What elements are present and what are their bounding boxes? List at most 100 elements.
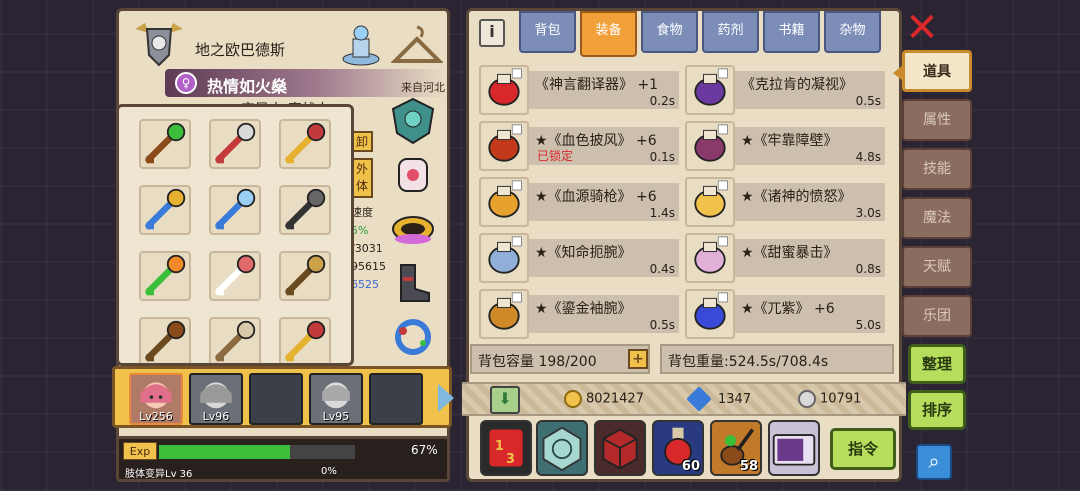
tab-bag[interactable]: 背包 <box>519 11 576 53</box>
item-name: 《神言翻译器》 +1 <box>535 77 659 93</box>
potion-flask-icon[interactable]: 60 <box>652 420 704 476</box>
inventory-item[interactable]: 《神言翻译器》 +1 0.2s <box>479 65 685 115</box>
menu-skills[interactable]: 技能 <box>902 148 972 190</box>
translator-helmet-icon[interactable] <box>479 65 529 115</box>
item-label-bar: ★《兀紫》 +6 5.0s <box>735 295 885 333</box>
flame-helm-icon[interactable] <box>279 317 331 363</box>
red-cap-icon[interactable] <box>209 251 261 301</box>
sweet-ring-icon[interactable] <box>685 233 735 283</box>
item-name: ★《兀紫》 +6 <box>741 301 835 317</box>
purple-gauntlet-icon[interactable] <box>685 289 735 339</box>
wrath-spear-icon[interactable] <box>685 177 735 227</box>
menu-magic[interactable]: 魔法 <box>902 197 972 239</box>
silver-coin-icon <box>798 390 816 408</box>
inventory-tabs: 背包 装备 食物 药剂 书籍 杂物 <box>519 11 881 57</box>
bag-capacity: 背包容量 198/200 + <box>470 344 650 374</box>
barrier-armor-icon[interactable] <box>685 121 735 171</box>
inventory-item[interactable]: ★《牢靠障壁》 4.8s <box>685 121 891 171</box>
battle-axe-icon[interactable] <box>209 119 261 169</box>
crescent-blade-icon[interactable] <box>209 185 261 235</box>
inventory-item[interactable]: ★《知命扼腕》 0.4s <box>479 233 685 283</box>
exp-label: Exp <box>123 442 157 460</box>
search-icon[interactable]: ⌕ <box>916 444 952 480</box>
item-weight: 3.0s <box>855 206 881 220</box>
party-slot-empty-2[interactable] <box>369 373 423 425</box>
item-label-bar: ★《血源骑枪》 +6 1.4s <box>529 183 679 221</box>
dark-boots-icon[interactable] <box>389 259 437 307</box>
command-button[interactable]: 指令 <box>830 428 896 470</box>
inventory-item[interactable]: ★《甜蜜暴击》 0.8s <box>685 233 891 283</box>
item-name: ★《鎏金袖腕》 <box>535 301 632 317</box>
download-icon[interactable]: ⬇ <box>490 386 520 414</box>
item-label-bar: ★《牢靠障壁》 4.8s <box>735 127 885 165</box>
item-lock-status: 已锁定 <box>537 149 574 163</box>
lace-glove-icon[interactable] <box>389 151 437 199</box>
cube-box-icon[interactable] <box>594 420 646 476</box>
party-member-4[interactable]: Lv95 <box>309 373 363 425</box>
party-member-4-level: Lv95 <box>322 410 350 423</box>
gold-belt-icon[interactable] <box>389 205 437 253</box>
item-name: ★《血源骑枪》 +6 <box>535 189 657 205</box>
party-member-1[interactable]: Lv256 <box>129 373 183 425</box>
fate-bracer-icon[interactable] <box>479 233 529 283</box>
character-header: 地之欧巴德斯 <box>127 17 444 71</box>
gilded-bracer-icon[interactable] <box>479 289 529 339</box>
party-member-2[interactable]: Lv96 <box>189 373 243 425</box>
menu-items[interactable]: 道具 <box>893 50 972 92</box>
microwave-icon[interactable] <box>768 420 820 476</box>
tab-potion[interactable]: 药剂 <box>702 11 759 53</box>
inventory-item[interactable]: ★《血色披风》 +6 已锁定 0.1s <box>479 121 685 171</box>
silver-value: 10791 <box>820 391 862 407</box>
player-name: 地之欧巴德斯 <box>195 41 286 59</box>
sort-button[interactable]: 整理 <box>908 344 966 384</box>
party-member-1-level: Lv256 <box>139 410 173 423</box>
crimson-cape-icon[interactable] <box>479 121 529 171</box>
inventory-item[interactable]: ★《血源骑枪》 +6 1.4s <box>479 177 685 227</box>
green-staff-icon[interactable] <box>139 119 191 169</box>
item-name: ★《诸神的愤怒》 <box>741 189 852 205</box>
outer-body-button[interactable]: 外 体 <box>351 158 373 198</box>
bag-icon[interactable] <box>139 317 191 363</box>
item-weight: 0.5s <box>855 94 881 108</box>
order-button[interactable]: 排序 <box>908 390 966 430</box>
serpent-ring-icon[interactable] <box>389 313 437 361</box>
crystal-shrine-icon[interactable] <box>339 21 383 67</box>
inventory-item[interactable]: ★《诸神的愤怒》 3.0s <box>685 177 891 227</box>
dice-icon[interactable]: 13 <box>480 420 532 476</box>
lance-icon[interactable] <box>479 177 529 227</box>
horned-helm-icon[interactable] <box>209 317 261 363</box>
expand-capacity-button[interactable]: + <box>628 349 648 369</box>
ornate-spear-icon[interactable] <box>139 185 191 235</box>
menu-attributes[interactable]: 属性 <box>902 99 972 141</box>
stone-claw-icon[interactable] <box>279 185 331 235</box>
inventory-item[interactable]: ★《鎏金袖腕》 0.5s <box>479 289 685 339</box>
menu-talent[interactable]: 天赋 <box>902 246 972 288</box>
guitar-count: 58 <box>739 459 758 474</box>
bag-weight-text: 背包重量:524.5s/708.4s <box>668 354 829 370</box>
inventory-item[interactable]: ★《兀紫》 +6 5.0s <box>685 289 891 339</box>
red-sword-icon[interactable] <box>279 119 331 169</box>
pumpkin-icon[interactable] <box>139 251 191 301</box>
menu-band[interactable]: 乐团 <box>902 295 972 337</box>
player-title: 热情如火燊 <box>207 77 288 96</box>
guitar-icon[interactable]: 58 <box>710 420 762 476</box>
tab-books[interactable]: 书籍 <box>763 11 820 53</box>
info-icon[interactable]: i <box>479 19 505 47</box>
party-slot-empty-1[interactable] <box>249 373 303 425</box>
tab-equipment[interactable]: 装备 <box>580 11 637 57</box>
item-label-bar: ★《诸神的愤怒》 3.0s <box>735 183 885 221</box>
party-next-arrow-icon[interactable] <box>438 384 454 412</box>
hanger-icon[interactable] <box>390 21 444 67</box>
hexagram-icon[interactable] <box>536 420 588 476</box>
tab-food[interactable]: 食物 <box>641 11 698 53</box>
female-symbol-icon: ♀ <box>175 72 197 94</box>
item-label-bar: ★《知命扼腕》 0.4s <box>529 239 679 277</box>
tab-misc[interactable]: 杂物 <box>824 11 881 53</box>
svg-text:3: 3 <box>506 452 515 467</box>
gauntlet-icon[interactable] <box>279 251 331 301</box>
inventory-item[interactable]: 《克拉肯的凝视》 0.5s <box>685 65 891 115</box>
kraken-hat-icon[interactable] <box>685 65 735 115</box>
unequip-button[interactable]: 卸 <box>351 131 373 152</box>
emerald-shield-icon[interactable] <box>389 97 437 145</box>
close-icon[interactable]: ✕ <box>904 8 940 48</box>
